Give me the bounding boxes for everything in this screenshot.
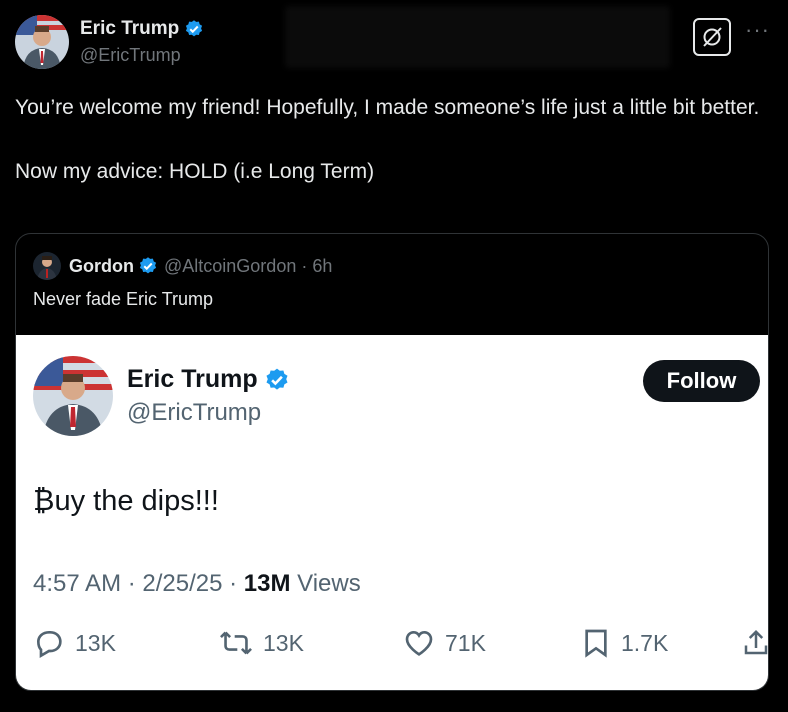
tweet-line-1: You’re welcome my friend! Hopefully, I m… (15, 96, 760, 119)
embedded-timestamp: 4:57 AM · 2/25/25 · (33, 570, 244, 597)
views-count: 13M (243, 570, 291, 597)
quote-avatar[interactable] (33, 252, 61, 280)
author-name[interactable]: Eric Trump (80, 18, 204, 40)
tweet-text: You’re welcome my friend! Hopefully, I m… (15, 92, 775, 187)
reply-icon (36, 631, 62, 658)
embedded-author-name: Eric Trump (127, 365, 290, 394)
quote-author-handle[interactable]: @AltcoinGordon (164, 256, 296, 277)
bookmark-icon (585, 629, 607, 658)
embedded-avatar (33, 356, 113, 436)
repost-action: 13K (219, 627, 304, 659)
author-name-text[interactable]: Eric Trump (80, 18, 179, 40)
author-handle[interactable]: @EricTrump (80, 45, 181, 66)
embedded-tweet-image[interactable]: Eric Trump @EricTrump Follow ₿uy the dip… (16, 335, 768, 690)
like-count: 71K (445, 629, 486, 656)
quote-author-name[interactable]: Gordon (69, 256, 134, 277)
avatar[interactable] (15, 15, 69, 69)
quote-timestamp[interactable]: · 6h (301, 256, 332, 277)
embedded-tweet-text: ₿uy the dips!!! (33, 485, 219, 517)
quoted-tweet-card[interactable]: Gordon @AltcoinGordon · 6h Never fade Er… (15, 233, 769, 691)
embedded-action-bar: 13K 13K 71K 1.7K (33, 627, 768, 667)
quote-header: Gordon @AltcoinGordon · 6h (33, 252, 332, 280)
quote-text: Never fade Eric Trump (33, 289, 214, 309)
embedded-author-name-text: Eric Trump (127, 365, 258, 393)
views-label: Views (290, 570, 361, 597)
verified-badge-icon (266, 368, 288, 390)
embedded-author-handle: @EricTrump (127, 399, 262, 426)
like-action: 71K (403, 627, 486, 659)
bookmark-action: 1.7K (581, 627, 668, 659)
share-icon (744, 629, 768, 655)
reply-count: 13K (75, 629, 116, 656)
more-options-icon[interactable]: ··· (745, 19, 770, 41)
tweet-line-2: Now my advice: HOLD (i.e Long Term) (15, 160, 375, 183)
grok-icon (703, 27, 722, 47)
repost-icon (220, 631, 252, 655)
repost-count: 13K (263, 629, 304, 656)
obscured-area (285, 6, 670, 68)
embedded-tweet-meta: 4:57 AM · 2/25/25 · 13M Views (33, 570, 361, 598)
bookmark-count: 1.7K (621, 629, 669, 656)
follow-button: Follow (643, 360, 760, 402)
heart-icon (405, 630, 433, 656)
grok-button[interactable] (693, 18, 731, 56)
reply-action: 13K (33, 627, 116, 659)
share-action (741, 627, 768, 659)
verified-badge-icon (139, 257, 157, 274)
verified-badge-icon (186, 20, 203, 37)
